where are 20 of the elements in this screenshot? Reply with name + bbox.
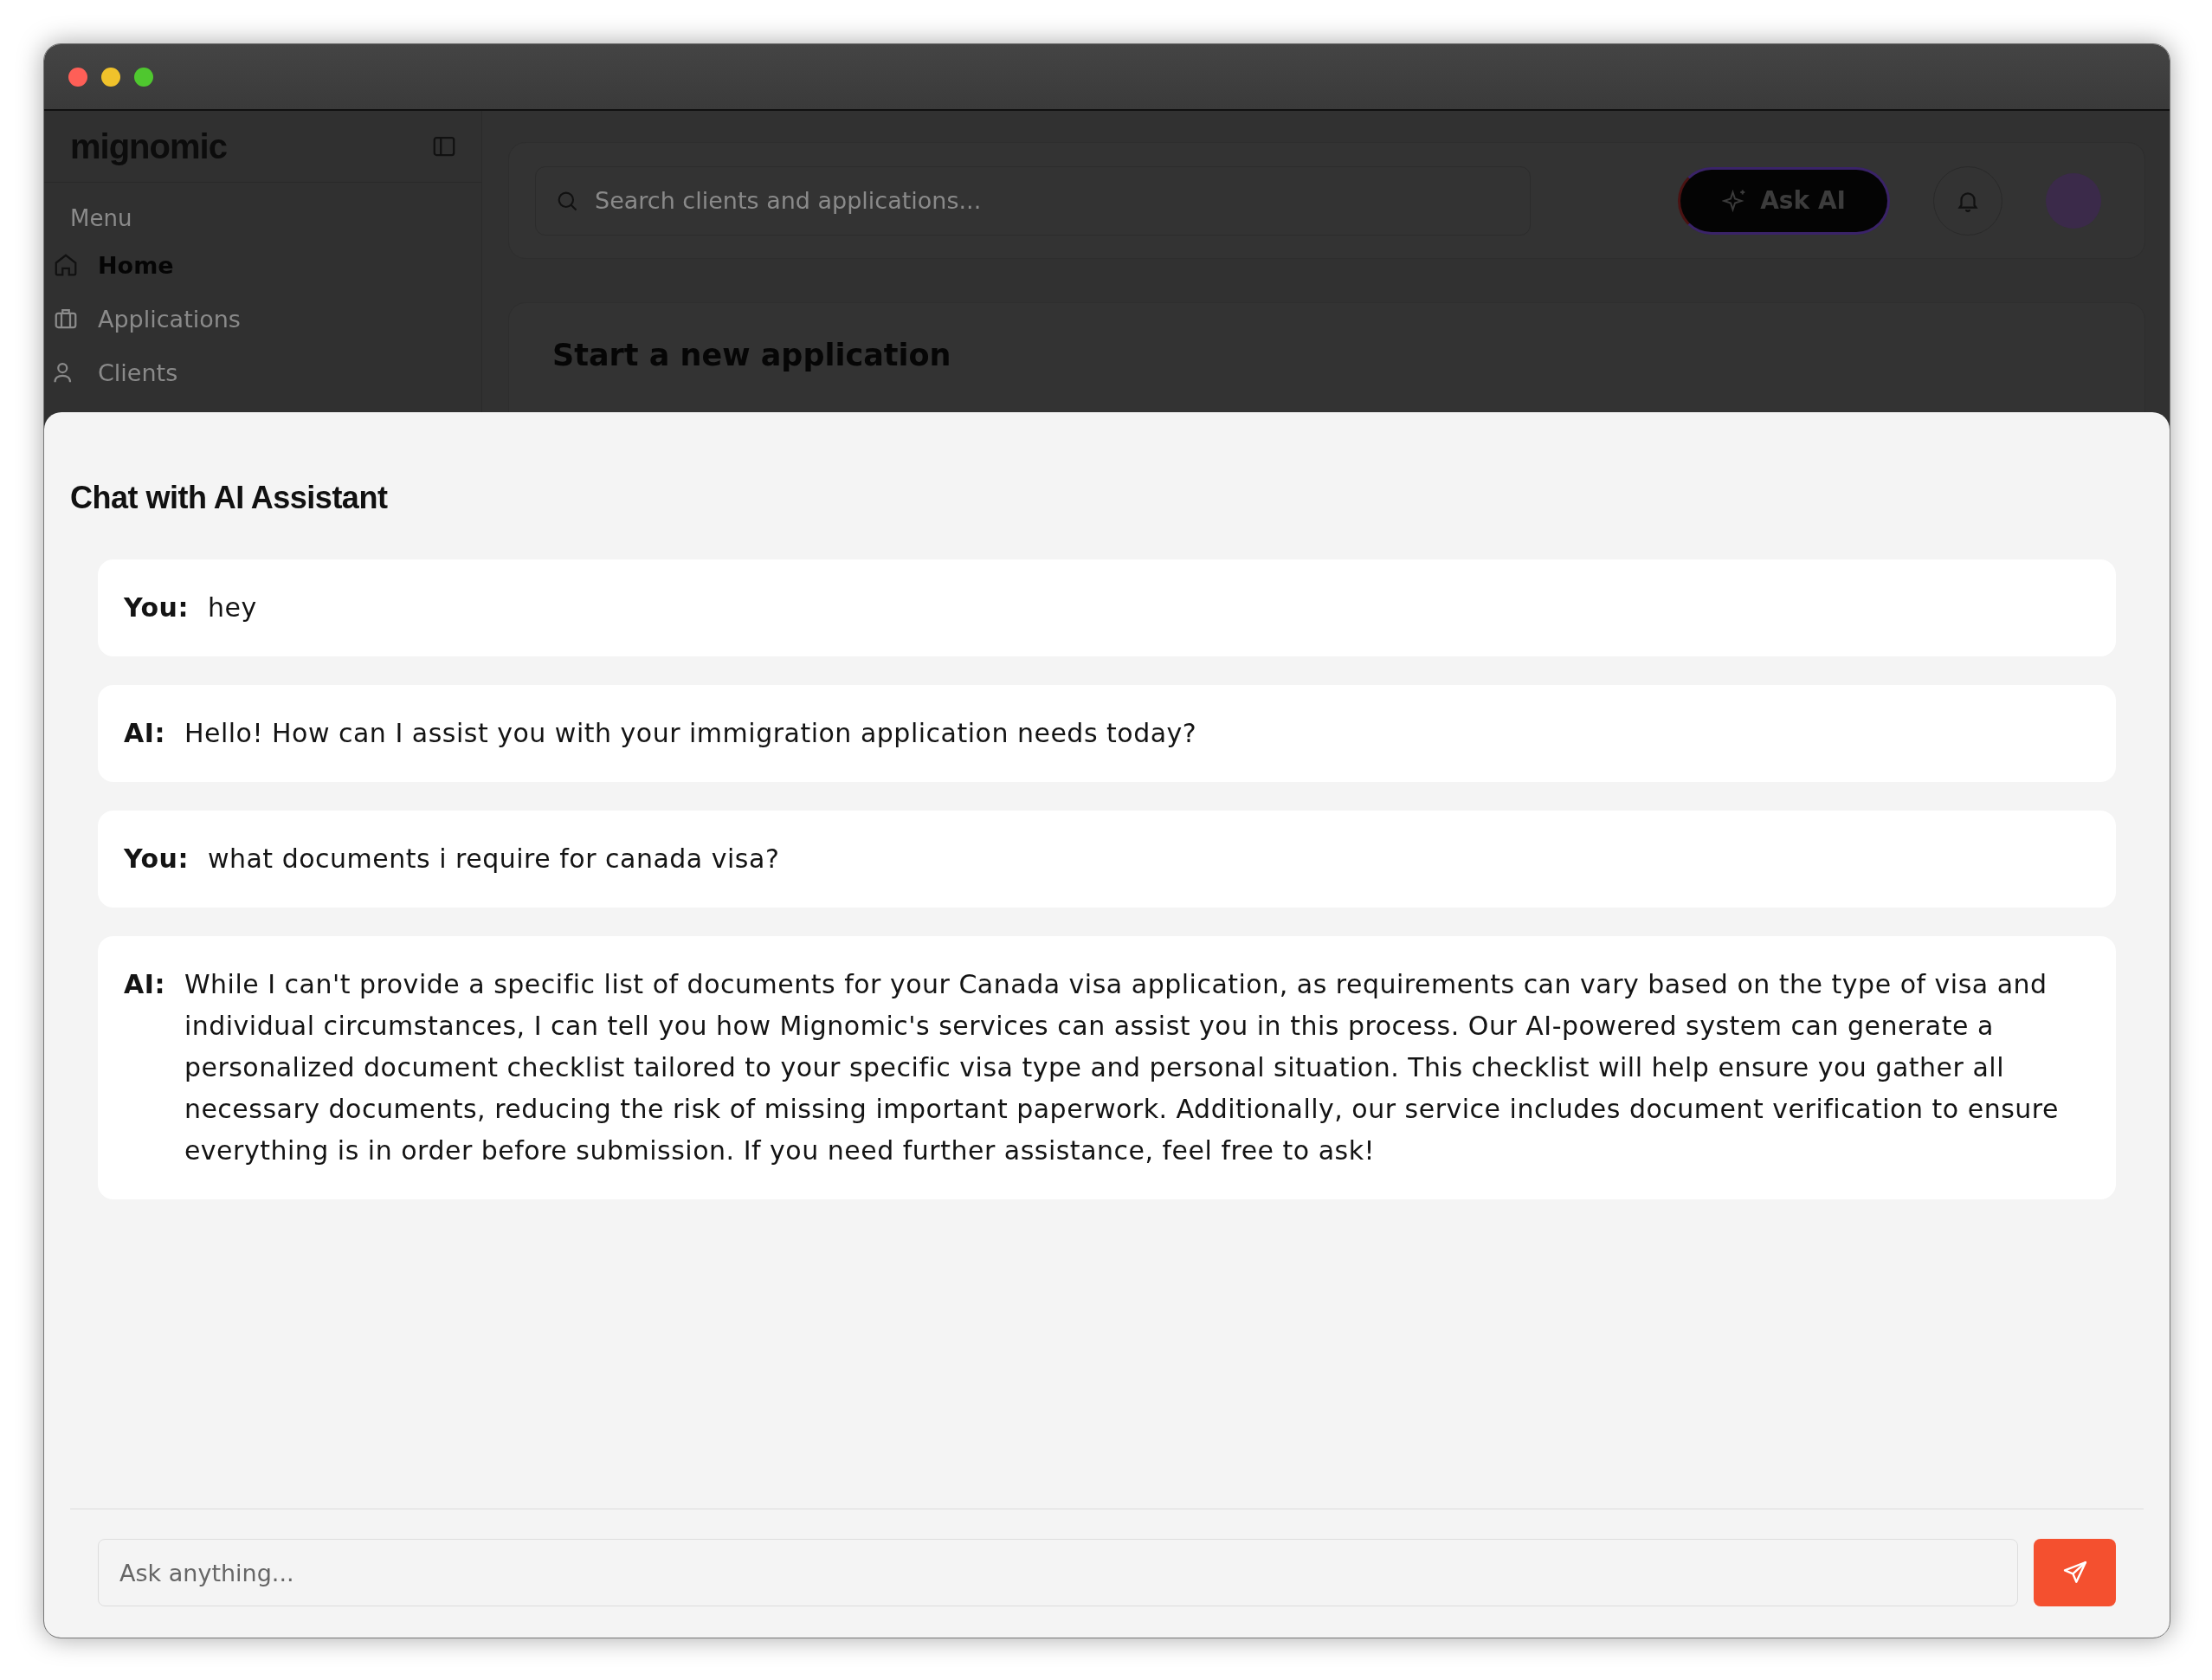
message-text: what documents i require for canada visa?: [207, 843, 781, 876]
home-icon: [53, 252, 79, 278]
send-button[interactable]: [2034, 1539, 2116, 1606]
nav-item[interactable]: Applications: [44, 292, 481, 346]
zoom-button[interactable]: [134, 67, 153, 87]
menu-heading: Menu: [69, 204, 133, 233]
close-button[interactable]: [68, 67, 87, 87]
message-text: While I can't provide a specific list of documents for your Canada visa application, as requirements can vary based on the type of visa and individual circumstances, I can tell you how Mignomic's services can assist you in this process. Our AI-powered system can generate a personalized document checklist tailored to your specific visa type and personal situation. This checklist will help ensure you gather all necessary documents, reducing the risk of missing important paperwork. Additionally, our service includes document verification to ensure everything is in order before submission. If you need further assistance, feel free to ask!: [184, 968, 2060, 1167]
search-input[interactable]: Search clients and applications...: [593, 186, 1511, 215]
message-text: hey: [207, 591, 258, 624]
message-sender: You:: [124, 843, 189, 876]
message-sender: AI:: [124, 717, 165, 750]
message-sender: You:: [124, 591, 189, 624]
message-text: Hello! How can I assist you with your immigration application needs today?: [184, 717, 1198, 750]
search-field[interactable]: Search clients and applications...: [535, 165, 1531, 236]
nav-item[interactable]: Clients: [44, 346, 481, 399]
chat-title: Chat with AI Assistant: [70, 480, 389, 516]
message-sender: AI:: [124, 968, 165, 1001]
message-input[interactable]: Ask anything...: [98, 1539, 2018, 1606]
minimize-button[interactable]: [101, 67, 120, 87]
